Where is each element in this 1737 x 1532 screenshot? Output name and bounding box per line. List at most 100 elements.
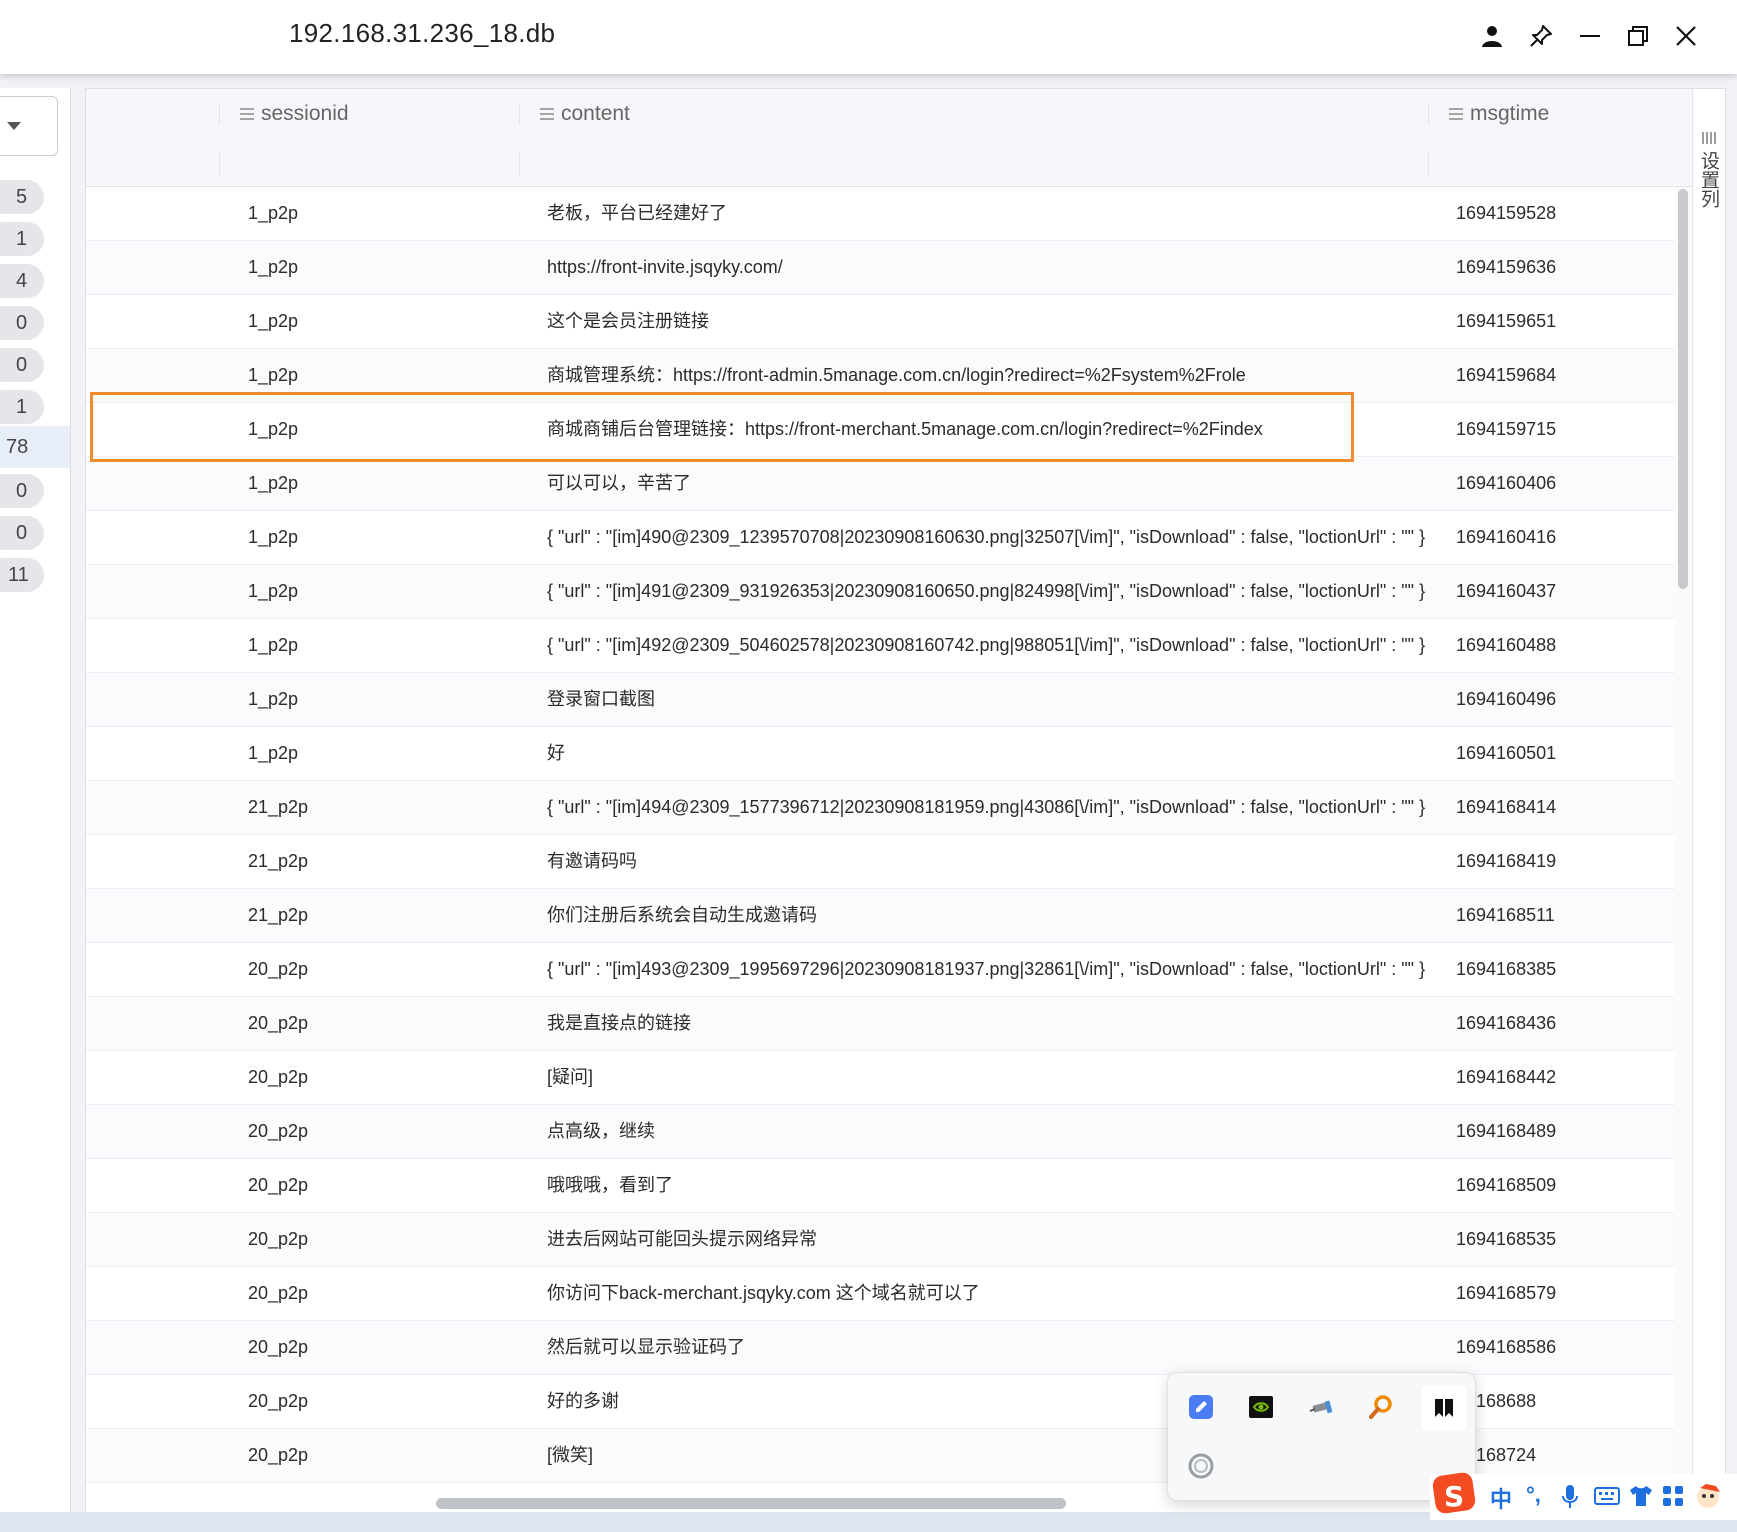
column-label: msgtime xyxy=(1470,102,1550,125)
cell-msgtime: 1694168436 xyxy=(1456,1013,1557,1033)
cell-content: [疑问] xyxy=(547,1067,594,1087)
keyboard-icon[interactable] xyxy=(1594,1486,1620,1511)
column-header-content[interactable]: content xyxy=(539,89,630,139)
column-separator xyxy=(1428,103,1429,125)
cell-sessionid: 1_p2p xyxy=(248,527,299,547)
count-badge[interactable]: 1 xyxy=(0,390,44,424)
column-header-sessionid[interactable]: sessionid xyxy=(239,89,349,139)
cell-content: 登录窗口截图 xyxy=(547,689,655,709)
table-row[interactable]: 21_p2p { "url" : "[im]494@2309_1577396712… xyxy=(86,781,1675,835)
close-icon[interactable] xyxy=(1664,14,1708,58)
count-badge[interactable]: 5 xyxy=(0,180,44,214)
list-icon xyxy=(1449,108,1463,120)
cell-content: 进去后网站可能回头提示网络异常 xyxy=(547,1229,817,1249)
left-panel: 5 1 4 0 0 1 78 0 0 11 xyxy=(0,88,71,1512)
table-row[interactable]: 1_p2p 老板，平台已经建好了 1694159528 xyxy=(86,187,1675,241)
cell-msgtime: 1694159651 xyxy=(1456,311,1557,331)
table-row[interactable]: 1_p2p 好 1694160501 xyxy=(86,727,1675,781)
table-row[interactable]: 20_p2p 我是直接点的链接 1694168436 xyxy=(86,997,1675,1051)
table-body: 1_p2p 老板，平台已经建好了 1694159528 1_p2p https://fr… xyxy=(86,187,1675,1497)
cell-sessionid: 21_p2p xyxy=(248,851,309,871)
cell-content: { "url" : "[im]491@2309_931926353|202309… xyxy=(547,581,1426,601)
table-row[interactable]: 1_p2p 这个是会员注册链接 1694159651 xyxy=(86,295,1675,349)
filter-row[interactable] xyxy=(86,139,1692,187)
table-row[interactable]: 20_p2p 哦哦哦，看到了 1694168509 xyxy=(86,1159,1675,1213)
cell-msgtime: 1694168442 xyxy=(1456,1067,1557,1087)
table-row[interactable]: 21_p2p 有邀请码吗 1694168419 xyxy=(86,835,1675,889)
cell-sessionid: 1_p2p xyxy=(248,203,299,223)
count-badge[interactable]: 0 xyxy=(0,306,44,340)
count-badge[interactable]: 78 xyxy=(0,430,44,464)
table-row[interactable]: 20_p2p 点高级，继续 1694168489 xyxy=(86,1105,1675,1159)
cell-content: 你们注册后系统会自动生成邀请码 xyxy=(547,905,817,925)
cell-sessionid: 1_p2p xyxy=(248,689,299,709)
cell-msgtime: 1694168586 xyxy=(1456,1337,1557,1357)
restore-icon[interactable] xyxy=(1616,14,1660,58)
table-row[interactable]: 20_p2p 你访问下back-merchant.jsqyky.com 这个域名就… xyxy=(86,1267,1675,1321)
ime-language-toggle[interactable]: 中 xyxy=(1490,1482,1512,1514)
ime-punctuation-toggle[interactable]: °, xyxy=(1526,1482,1541,1508)
cell-sessionid: 1_p2p xyxy=(248,311,299,331)
count-badge[interactable]: 0 xyxy=(0,474,44,508)
mascot-icon[interactable] xyxy=(1694,1482,1724,1515)
circle-app-icon[interactable] xyxy=(1184,1449,1218,1483)
svg-text:S: S xyxy=(1444,1480,1464,1513)
table-row[interactable]: 20_p2p [疑问] 1694168442 xyxy=(86,1051,1675,1105)
search-app-icon[interactable] xyxy=(1364,1390,1398,1424)
cell-msgtime: 1694168579 xyxy=(1456,1283,1557,1303)
table-row[interactable]: 1_p2p 可以可以，辛苦了 1694160406 xyxy=(86,457,1675,511)
cell-content: { "url" : "[im]490@2309_1239570708|20230… xyxy=(547,527,1426,547)
count-badge[interactable]: 4 xyxy=(0,264,44,298)
usb-device-icon[interactable] xyxy=(1304,1390,1338,1424)
sogou-logo-icon[interactable]: S xyxy=(1430,1468,1480,1523)
cell-sessionid: 1_p2p xyxy=(248,581,299,601)
cell-content: https://front-invite.jsqyky.com/ xyxy=(547,257,783,277)
microphone-icon[interactable] xyxy=(1560,1484,1580,1515)
column-settings-tab[interactable]: 设置列 xyxy=(1692,89,1725,1513)
vertical-scrollbar[interactable] xyxy=(1678,189,1688,589)
cell-sessionid: 20_p2p xyxy=(248,1229,309,1249)
count-badge[interactable]: 1 xyxy=(0,222,44,256)
cell-sessionid: 20_p2p xyxy=(248,1175,309,1195)
chevron-down-icon xyxy=(7,122,21,130)
cell-content: 有邀请码吗 xyxy=(547,851,637,871)
cell-content: 哦哦哦，看到了 xyxy=(547,1175,673,1195)
cell-msgtime: 1694168419 xyxy=(1456,851,1557,871)
cell-msgtime: 1694160496 xyxy=(1456,689,1557,709)
user-icon[interactable] xyxy=(1470,14,1514,58)
cell-sessionid: 1_p2p xyxy=(248,257,299,277)
app-icon[interactable] xyxy=(1422,1386,1466,1430)
column-header-msgtime[interactable]: msgtime xyxy=(1448,89,1549,139)
cell-msgtime: 1694159715 xyxy=(1456,419,1557,439)
cell-msgtime: 1694168414 xyxy=(1456,797,1557,817)
table-row[interactable]: 1_p2p { "url" : "[im]491@2309_931926353|2… xyxy=(86,565,1675,619)
skin-shirt-icon[interactable] xyxy=(1628,1484,1654,1513)
table-row[interactable]: 1_p2p 登录窗口截图 1694160496 xyxy=(86,673,1675,727)
list-icon xyxy=(540,108,554,120)
cell-msgtime: 1694159684 xyxy=(1456,365,1557,385)
cell-sessionid: 21_p2p xyxy=(248,905,309,925)
table-row[interactable]: 21_p2p 你们注册后系统会自动生成邀请码 1694168511 xyxy=(86,889,1675,943)
cell-sessionid: 20_p2p xyxy=(248,1445,309,1465)
table-row[interactable]: 20_p2p 然后就可以显示验证码了 1694168586 xyxy=(86,1321,1675,1375)
table-row[interactable]: 1_p2p https://front-invite.jsqyky.com/169… xyxy=(86,241,1675,295)
pin-icon[interactable] xyxy=(1519,14,1563,58)
horizontal-scrollbar[interactable] xyxy=(436,1498,1066,1509)
left-dropdown[interactable] xyxy=(0,96,58,156)
minimize-icon[interactable] xyxy=(1568,14,1612,58)
table-row[interactable]: 1_p2p { "url" : "[im]490@2309_1239570708|… xyxy=(86,511,1675,565)
nvidia-icon[interactable] xyxy=(1244,1390,1278,1424)
app-window: 192.168.31.236_18.db 5 1 4 0 0 1 78 0 0 … xyxy=(0,0,1737,1532)
count-badge[interactable]: 11 xyxy=(0,558,44,592)
count-badge[interactable]: 0 xyxy=(0,516,44,550)
cell-msgtime: 1694160416 xyxy=(1456,527,1557,547)
pen-app-icon[interactable] xyxy=(1184,1390,1218,1424)
cell-sessionid: 1_p2p xyxy=(248,743,299,763)
count-badge[interactable]: 0 xyxy=(0,348,44,382)
table-row[interactable]: 20_p2p 进去后网站可能回头提示网络异常 1694168535 xyxy=(86,1213,1675,1267)
toolbox-grid-icon[interactable] xyxy=(1662,1485,1684,1512)
table-row[interactable]: 20_p2p { "url" : "[im]493@2309_1995697296… xyxy=(86,943,1675,997)
column-separator xyxy=(1428,151,1429,175)
cell-msgtime: 1694168511 xyxy=(1456,905,1555,925)
table-row[interactable]: 1_p2p { "url" : "[im]492@2309_504602578|2… xyxy=(86,619,1675,673)
